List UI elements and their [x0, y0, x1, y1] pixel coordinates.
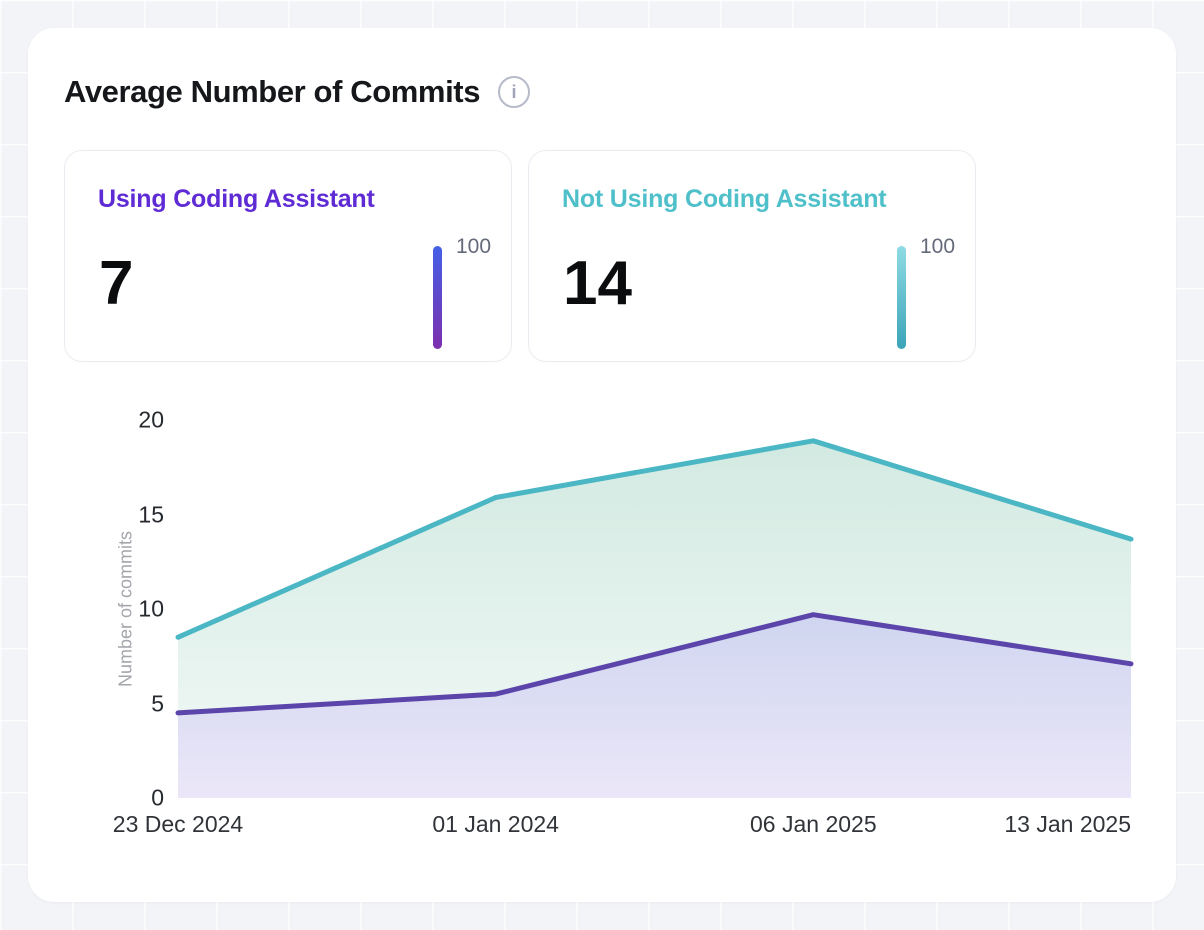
stat-card-using-assistant: Using Coding Assistant 7 100: [64, 150, 512, 362]
stat-scale-bar: [897, 246, 906, 349]
stat-scale-max: 100: [920, 235, 955, 259]
commits-area-chart: Number of commits 05101520 23 Dec 202401…: [178, 420, 1131, 798]
stat-scale-max: 100: [456, 235, 491, 259]
average-commits-card: Average Number of Commits i Using Coding…: [28, 28, 1176, 902]
y-tick: 5: [151, 690, 164, 717]
stat-label: Using Coding Assistant: [98, 185, 375, 214]
x-tick: 13 Jan 2025: [1004, 811, 1131, 838]
chart-plot[interactable]: [178, 420, 1131, 798]
info-icon[interactable]: i: [498, 76, 530, 108]
stat-value: 14: [563, 253, 632, 315]
y-tick: 20: [138, 407, 164, 434]
x-tick: 06 Jan 2025: [750, 811, 877, 838]
stat-value: 7: [99, 253, 133, 315]
y-tick: 0: [151, 785, 164, 812]
card-header: Average Number of Commits i: [64, 74, 530, 110]
x-tick: 01 Jan 2024: [432, 811, 559, 838]
x-tick: 23 Dec 2024: [113, 811, 243, 838]
page-title: Average Number of Commits: [64, 74, 480, 110]
y-axis-ticks: 05101520: [104, 420, 164, 798]
y-tick: 15: [138, 501, 164, 528]
stat-scale-bar: [433, 246, 442, 349]
x-axis-labels: 23 Dec 202401 Jan 202406 Jan 202513 Jan …: [178, 811, 1131, 841]
stat-label: Not Using Coding Assistant: [562, 185, 886, 214]
y-tick: 10: [138, 596, 164, 623]
stat-card-not-using-assistant: Not Using Coding Assistant 14 100: [528, 150, 976, 362]
